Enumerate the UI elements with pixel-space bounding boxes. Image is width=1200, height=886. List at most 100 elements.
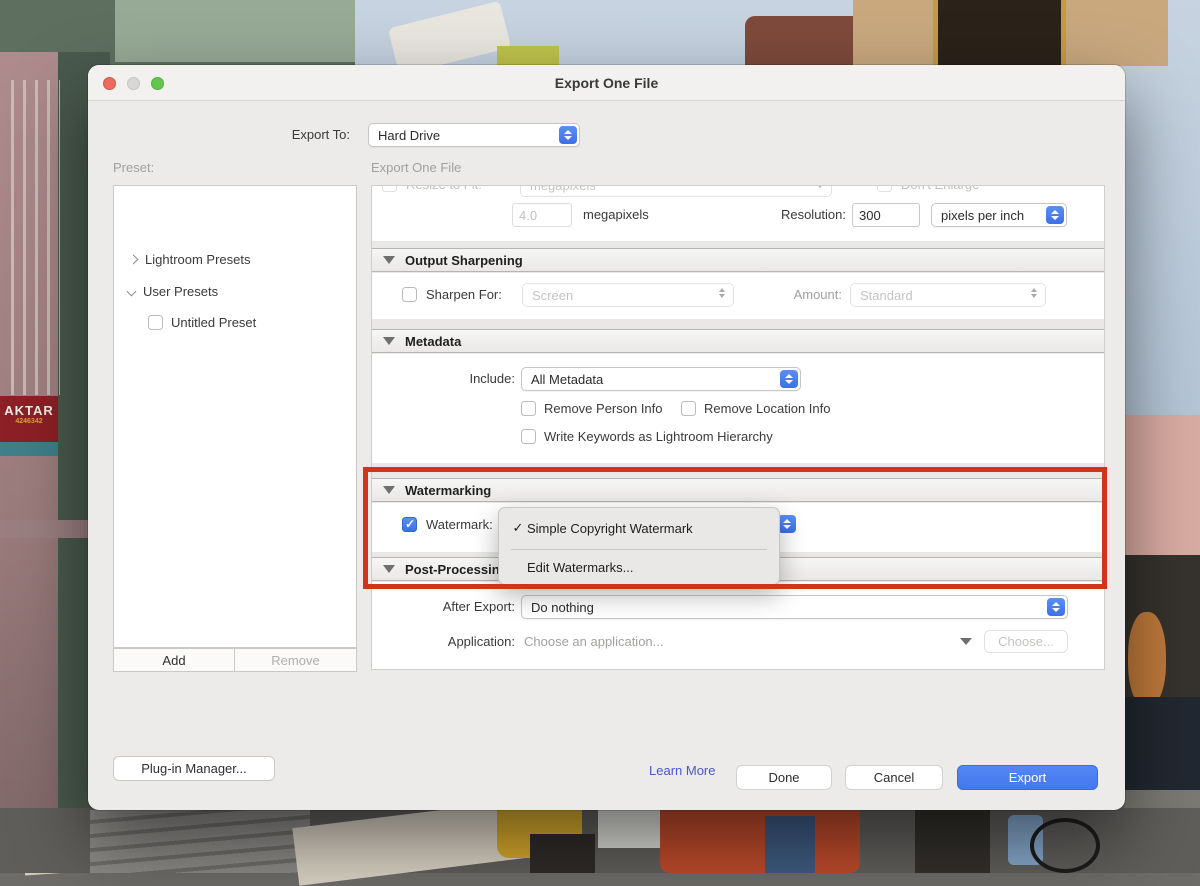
output-sharpening-header[interactable]: Output Sharpening [372, 248, 1104, 272]
application-menu-triangle-icon[interactable] [960, 638, 972, 645]
export-to-dropdown[interactable]: Hard Drive [368, 123, 580, 147]
preset-item-lightroom-presets[interactable]: Lightroom Presets [130, 252, 251, 267]
collapse-triangle-icon [383, 256, 395, 264]
preset-item-untitled-preset[interactable]: Untitled Preset [148, 315, 256, 330]
preset-item-label: Lightroom Presets [145, 252, 251, 267]
image-sizing-clipped-row: Resize to Fit: megapixels Don't Enlarge [372, 186, 1104, 197]
megapixels-unit-label: megapixels [583, 207, 649, 222]
stepper-icon [817, 186, 823, 188]
watermark-checkbox[interactable] [402, 517, 417, 532]
watermarking-header[interactable]: Watermarking [372, 478, 1104, 502]
preset-item-label: User Presets [143, 284, 218, 299]
background-red-garment [660, 810, 860, 873]
resize-dimension-value: megapixels [530, 186, 596, 193]
section-title: Output Sharpening [405, 253, 523, 268]
collapse-triangle-icon [383, 337, 395, 345]
background-parked-cars [1125, 697, 1200, 797]
stepper-icon [1046, 206, 1064, 224]
amount-value: Standard [860, 288, 913, 303]
dont-enlarge-label: Don't Enlarge [901, 186, 979, 192]
done-button[interactable]: Done [736, 765, 832, 790]
section-title: Watermarking [405, 483, 491, 498]
export-settings-panel: Resize to Fit: megapixels Don't Enlarge … [371, 185, 1105, 670]
remove-location-info-label: Remove Location Info [704, 401, 830, 416]
stepper-icon [778, 515, 796, 533]
dont-enlarge-checkbox[interactable] [877, 186, 892, 192]
background-steps [90, 810, 310, 873]
write-keywords-label: Write Keywords as Lightroom Hierarchy [544, 429, 773, 444]
output-sharpening-section: Sharpen For: Screen Amount: Standard [372, 273, 1104, 319]
close-window-button[interactable] [103, 77, 116, 90]
background-sign-teal-strip [0, 442, 58, 456]
resolution-input[interactable] [852, 203, 920, 227]
choose-application-button[interactable]: Choose... [984, 630, 1068, 653]
menu-item-edit-watermarks[interactable]: Edit Watermarks... [499, 554, 779, 580]
background-pink-building [1125, 415, 1200, 565]
watermark-popup-menu: ✓ Simple Copyright Watermark Edit Waterm… [498, 507, 780, 585]
chevron-down-icon [127, 287, 137, 297]
write-keywords-checkbox[interactable] [521, 429, 536, 444]
zoom-window-button[interactable] [151, 77, 164, 90]
add-preset-button[interactable]: Add [113, 648, 235, 672]
sharpen-for-label: Sharpen For: [426, 287, 502, 302]
plugin-manager-button[interactable]: Plug-in Manager... [113, 756, 275, 781]
menu-item-label: Simple Copyright Watermark [527, 521, 693, 536]
export-to-label: Export To: [248, 127, 350, 142]
post-processing-section: After Export: Do nothing Application: Ch… [372, 582, 1104, 669]
metadata-section: Include: All Metadata Remove Person Info… [372, 354, 1104, 463]
remove-location-info-checkbox[interactable] [681, 401, 696, 416]
resize-to-fit-checkbox[interactable] [382, 186, 397, 192]
resolution-unit-value: pixels per inch [941, 208, 1024, 223]
stepper-icon [1047, 598, 1065, 616]
amount-dropdown[interactable]: Standard [850, 283, 1046, 307]
background-person-dark [915, 808, 990, 873]
remove-person-info-checkbox[interactable] [521, 401, 536, 416]
background-ledge [0, 520, 95, 538]
background-street-sign: AKTAR 4246342 [0, 396, 58, 442]
include-label: Include: [435, 371, 515, 386]
section-title: Metadata [405, 334, 461, 349]
check-icon: ✓ [509, 520, 527, 536]
preset-panel-label: Preset: [113, 160, 154, 175]
background-window-bars [2, 80, 60, 395]
sharpen-for-dropdown[interactable]: Screen [522, 283, 734, 307]
menu-item-simple-copyright-watermark[interactable]: ✓ Simple Copyright Watermark [499, 515, 779, 541]
remove-person-info-label: Remove Person Info [544, 401, 663, 416]
sharpen-for-checkbox[interactable] [402, 287, 417, 302]
menu-item-label: Edit Watermarks... [527, 560, 633, 575]
street-sign-subtext: 4246342 [0, 418, 58, 426]
preset-item-label: Untitled Preset [171, 315, 256, 330]
amount-label: Amount: [772, 287, 842, 302]
background-white-car [598, 810, 662, 848]
cancel-button[interactable]: Cancel [845, 765, 943, 790]
watermark-label: Watermark: [426, 517, 493, 532]
minimize-window-button[interactable] [127, 77, 140, 90]
learn-more-link[interactable]: Learn More [649, 763, 715, 778]
section-title: Post-Processing [405, 562, 508, 577]
resize-to-fit-label: Resize to Fit: [406, 186, 482, 192]
export-button[interactable]: Export [957, 765, 1098, 790]
collapse-triangle-icon [383, 486, 395, 494]
preset-item-user-presets[interactable]: User Presets [128, 284, 218, 299]
settings-pane-header: Export One File [371, 160, 461, 175]
megapixels-input[interactable] [512, 203, 572, 227]
preset-list: Lightroom Presets User Presets Untitled … [113, 185, 357, 648]
background-person-jeans [765, 816, 815, 873]
title-bar: Export One File [88, 65, 1125, 101]
menu-separator [511, 549, 767, 550]
resize-dimension-dropdown[interactable]: megapixels [520, 186, 832, 197]
resolution-label: Resolution: [746, 207, 846, 222]
include-dropdown[interactable]: All Metadata [521, 367, 801, 391]
application-placeholder: Choose an application... [524, 634, 663, 649]
metadata-header[interactable]: Metadata [372, 329, 1104, 353]
after-export-dropdown[interactable]: Do nothing [521, 595, 1068, 619]
application-label: Application: [415, 634, 515, 649]
resolution-unit-dropdown[interactable]: pixels per inch [931, 203, 1067, 227]
background-person-skirt [530, 834, 595, 873]
after-export-value: Do nothing [531, 600, 594, 615]
background-graffiti [1128, 612, 1166, 707]
street-sign-text: AKTAR [4, 403, 54, 418]
remove-preset-button[interactable]: Remove [234, 648, 357, 672]
preset-checkbox[interactable] [148, 315, 163, 330]
stepper-icon [559, 126, 577, 144]
